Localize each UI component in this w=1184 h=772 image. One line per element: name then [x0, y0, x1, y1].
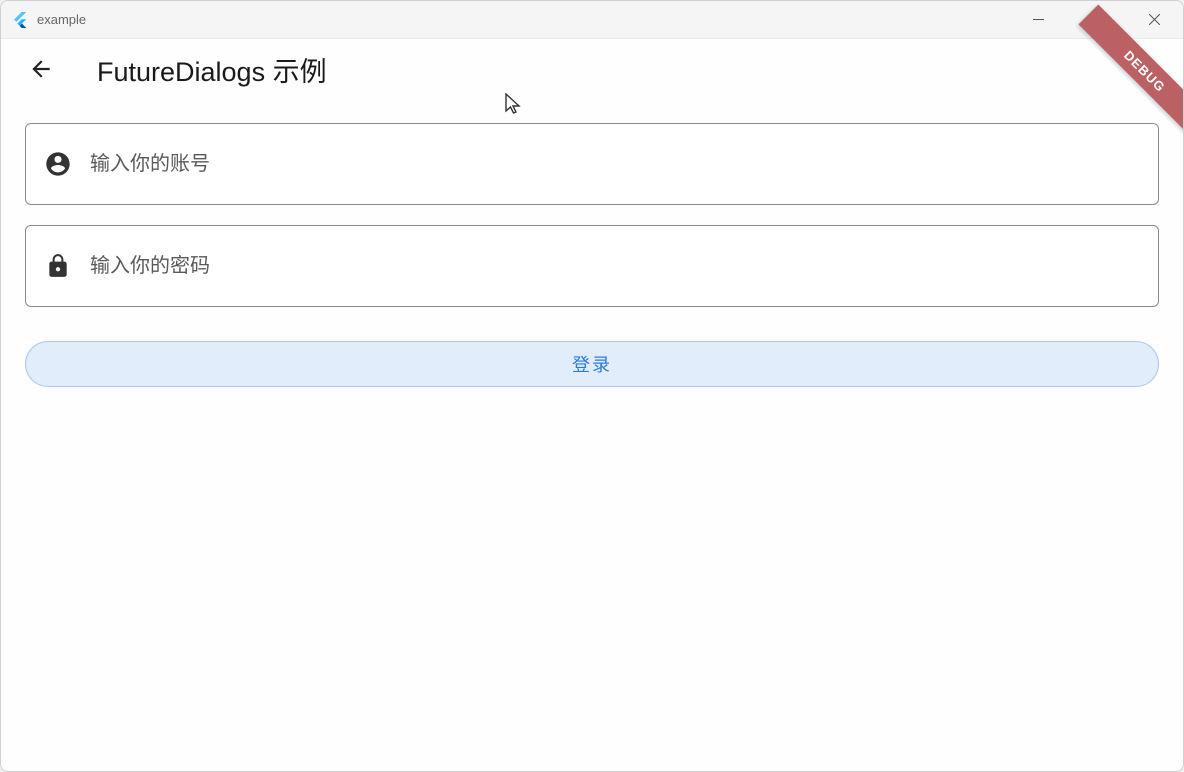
- page-title: FutureDialogs 示例: [97, 50, 327, 89]
- login-form: 登录: [1, 99, 1183, 411]
- titlebar-left: example: [11, 11, 86, 29]
- back-button[interactable]: [21, 49, 61, 89]
- app-window: example FutureDialogs 示例: [0, 0, 1184, 772]
- login-button-label: 登录: [572, 351, 612, 377]
- minimize-button[interactable]: [1009, 1, 1067, 38]
- username-input[interactable]: [90, 153, 1140, 176]
- username-field[interactable]: [25, 123, 1159, 205]
- password-input[interactable]: [90, 255, 1140, 278]
- close-button[interactable]: [1125, 1, 1183, 38]
- password-field[interactable]: [25, 225, 1159, 307]
- flutter-icon: [11, 11, 29, 29]
- person-icon: [44, 150, 72, 178]
- app-content: FutureDialogs 示例 登录 DEBUG: [1, 39, 1183, 771]
- lock-icon: [44, 252, 72, 280]
- arrow-back-icon: [28, 56, 54, 82]
- appbar: FutureDialogs 示例: [1, 39, 1183, 99]
- window-title: example: [37, 12, 86, 27]
- titlebar: example: [1, 1, 1183, 39]
- login-button[interactable]: 登录: [25, 341, 1159, 387]
